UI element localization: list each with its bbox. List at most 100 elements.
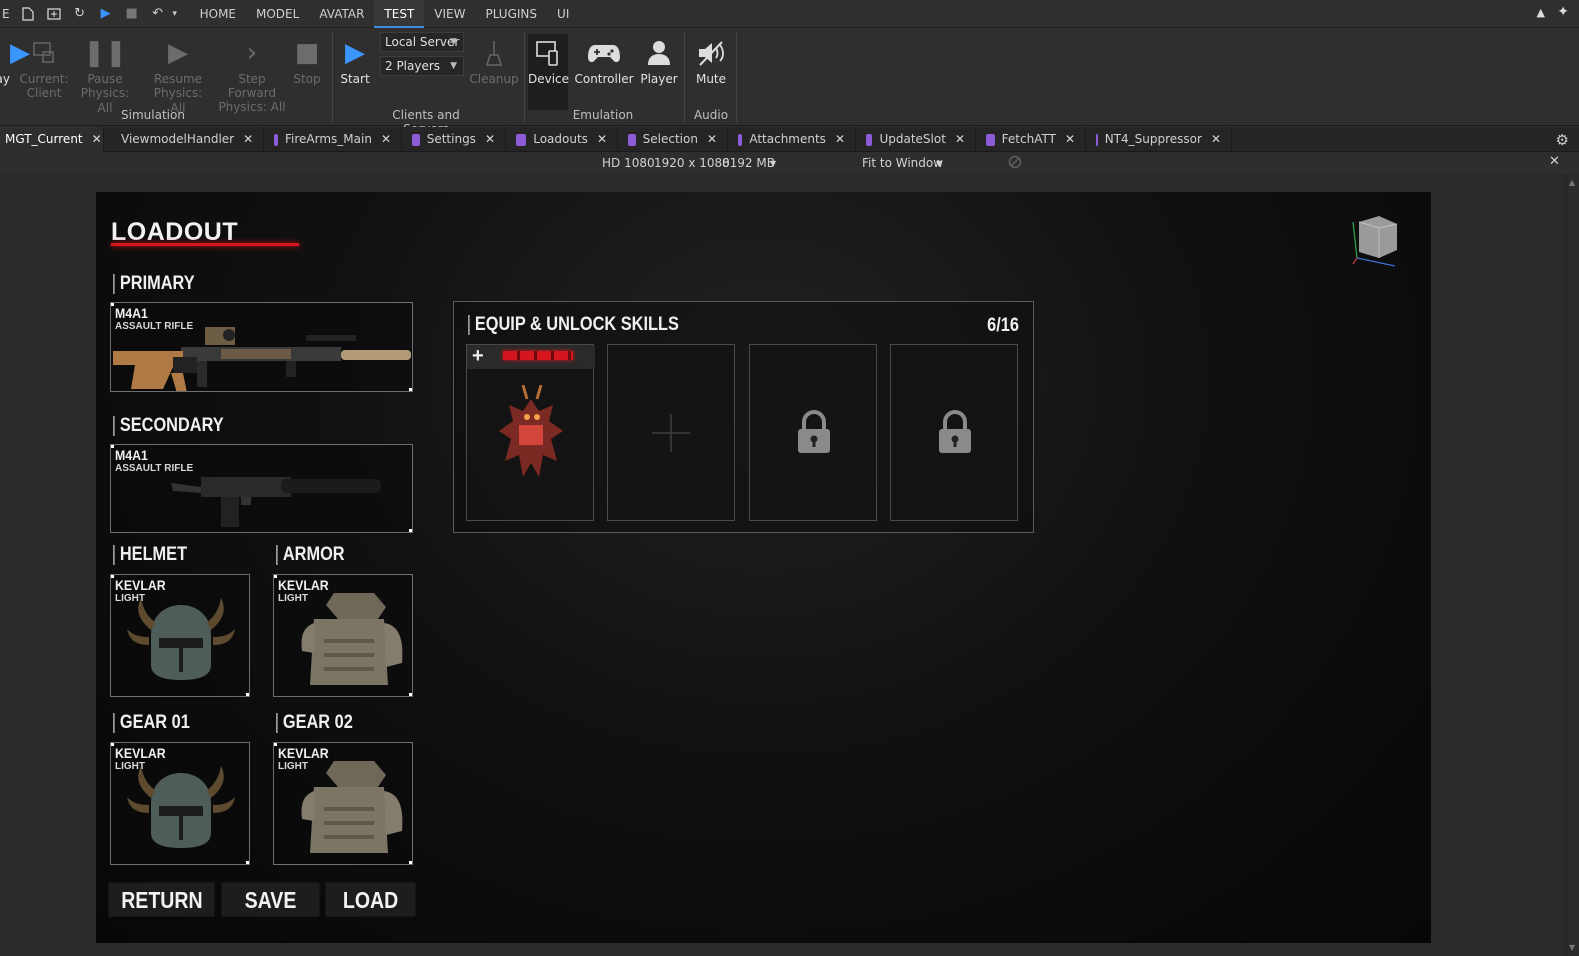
doc-tab-settings[interactable]: Settings ✕ [402, 127, 506, 152]
skill-slot-locked[interactable] [890, 344, 1018, 521]
doc-tab-updateslot[interactable]: UpdateSlot ✕ [856, 127, 976, 152]
save-button[interactable]: SAVE [221, 882, 320, 917]
play-icon[interactable]: ▶ [98, 6, 114, 22]
close-icon[interactable]: ✕ [485, 127, 495, 152]
menu-tab-home[interactable]: HOME [190, 0, 246, 28]
doc-tab-fetchatt[interactable]: FetchATT ✕ [976, 127, 1086, 152]
device-button[interactable]: Device [528, 34, 569, 110]
device-preset-label[interactable]: HD 1080 [602, 156, 655, 170]
plus-icon [652, 414, 690, 452]
collapse-ribbon-icon[interactable]: ▲ [1537, 6, 1545, 19]
close-icon[interactable]: ✕ [243, 127, 253, 152]
close-icon[interactable]: ✕ [955, 127, 965, 152]
menu-tab-avatar[interactable]: AVATAR [309, 0, 374, 28]
close-icon[interactable]: ✕ [835, 127, 845, 152]
close-icon[interactable]: ✕ [92, 127, 102, 152]
stop-icon: ■ [294, 38, 320, 68]
mute-button[interactable]: Mute [690, 34, 732, 86]
chevron-down-icon[interactable]: ▼ [936, 159, 942, 168]
add-skill-icon[interactable]: + [472, 345, 484, 368]
load-button[interactable]: LOAD [325, 882, 416, 917]
doc-tab-mgt-current[interactable]: MGT_Current ✕ [0, 127, 104, 152]
new-file-icon[interactable] [20, 6, 36, 22]
doc-tab-firearms-main[interactable]: FireArms_Main ✕ [264, 127, 402, 152]
pause-button[interactable]: ❚❚ Pause Physics: All [75, 34, 135, 116]
armor-card[interactable]: KEVLAR LIGHT [273, 574, 413, 697]
close-icon[interactable]: ✕ [1549, 154, 1560, 169]
gear-icon[interactable]: ⚙ [1556, 131, 1569, 149]
step-physics-dropdown[interactable]: Physics: All [214, 100, 290, 115]
pause-label: Pause [87, 72, 123, 86]
resume-button[interactable]: ▶ Resume Physics: All [148, 34, 208, 116]
server-select-value: Local Server [385, 35, 460, 49]
start-button[interactable]: ▶ Start [334, 34, 376, 86]
assistant-sparkle-icon[interactable]: ✦ [1557, 4, 1569, 20]
skills-count: 6/16 [987, 315, 1019, 336]
rotate-orientation-icon[interactable] [1008, 155, 1022, 172]
menu-tab-test[interactable]: TEST [374, 0, 425, 28]
doc-tab-selection[interactable]: Selection ✕ [618, 127, 728, 152]
players-select[interactable]: 2 Players ▼ [380, 56, 464, 76]
stop-button[interactable]: ■ Stop [286, 34, 328, 86]
menu-tab-ui[interactable]: UI [547, 0, 579, 28]
ribbon-separator [736, 32, 737, 122]
player-button[interactable]: Player [636, 34, 682, 86]
memory-select[interactable]: 8192 MB [722, 156, 775, 170]
view-cube-icon[interactable] [1349, 212, 1399, 267]
close-icon[interactable]: ✕ [597, 127, 607, 152]
doc-tab-viewmodelhandler[interactable]: ViewmodelHandler ✕ [104, 127, 264, 152]
fit-to-window-select[interactable]: Fit to Window [862, 156, 943, 170]
helmet-card[interactable]: KEVLAR LIGHT [110, 574, 250, 697]
step-forward-icon: › [246, 38, 258, 68]
scroll-up-icon[interactable]: ▲ [1569, 178, 1575, 187]
resume-label: Resume [153, 72, 203, 86]
secondary-label: SECONDARY [113, 416, 224, 436]
doc-tab-loadouts[interactable]: Loadouts ✕ [506, 127, 618, 152]
doc-tab-attachments[interactable]: Attachments ✕ [728, 127, 856, 152]
top-menu-bar: E ↻ ▶ ■ ↶ ▾ HOME MODEL AVATAR TEST VIEW … [0, 0, 1579, 28]
helmet-icon [127, 598, 235, 680]
resolution-label: 1920 x 1080 [654, 156, 730, 170]
current-client-label: Current: [19, 72, 69, 86]
menu-tab-model[interactable]: MODEL [246, 0, 309, 28]
close-icon[interactable]: ✕ [1065, 127, 1075, 152]
smg-icon [171, 477, 381, 527]
redo-icon[interactable]: ↻ [72, 6, 88, 22]
doc-tab-label: FetchATT [1001, 132, 1056, 146]
resume-icon: ▶ [168, 38, 188, 68]
current-client-button[interactable]: Current: Client [14, 34, 74, 101]
skill-slot-locked[interactable] [749, 344, 877, 521]
doc-tab-label: FireArms_Main [285, 132, 372, 146]
open-file-icon[interactable] [46, 6, 62, 22]
armor-label: ARMOR [276, 545, 345, 565]
close-icon[interactable]: ✕ [707, 127, 717, 152]
menu-tabs: HOME MODEL AVATAR TEST VIEW PLUGINS UI [190, 0, 580, 28]
controller-button[interactable]: Controller [574, 34, 634, 86]
customize-toolbar-icon[interactable]: ▾ [170, 6, 180, 22]
cleanup-button[interactable]: Cleanup [468, 34, 520, 86]
skill-slot-equipped[interactable]: + [466, 344, 595, 521]
secondary-weapon-card[interactable]: M4A1 ASSAULT RIFLE [110, 444, 413, 533]
ribbon-toolbar: ▶ ay Current: Client ❚❚ Pause Physics: A… [0, 28, 1579, 136]
menu-tab-plugins[interactable]: PLUGINS [475, 0, 547, 28]
close-icon[interactable]: ✕ [381, 127, 391, 152]
lock-icon [798, 410, 830, 453]
stop-icon[interactable]: ■ [124, 6, 140, 22]
skill-slot-empty[interactable] [607, 344, 735, 521]
close-icon[interactable]: ✕ [1211, 127, 1221, 152]
scroll-down-icon[interactable]: ▼ [1569, 943, 1575, 952]
primary-weapon-card[interactable]: M4A1 ASSAULT RIFLE [110, 302, 413, 392]
undo-icon[interactable]: ↶ [150, 6, 166, 22]
chevron-down-icon[interactable]: ▼ [770, 159, 776, 168]
gear-02-card[interactable]: KEVLAR LIGHT [273, 742, 413, 865]
server-select[interactable]: Local Server ▼ [380, 32, 464, 52]
step-forward-button[interactable]: › Step Forward Physics: All [214, 34, 290, 115]
broom-icon [468, 34, 520, 72]
gear-01-card[interactable]: KEVLAR LIGHT [110, 742, 250, 865]
return-button[interactable]: RETURN [108, 882, 215, 917]
menu-tab-view[interactable]: VIEW [424, 0, 475, 28]
menu-edge-label[interactable]: E [2, 7, 10, 21]
doc-tab-nt4-suppressor[interactable]: NT4_Suppressor ✕ [1086, 127, 1232, 152]
game-canvas[interactable]: LOADOUT PRIMARY M4A1 ASSAULT RIFLE SECON… [96, 192, 1431, 943]
viewport-scrollbar[interactable]: ▲ ▼ [1566, 174, 1579, 956]
